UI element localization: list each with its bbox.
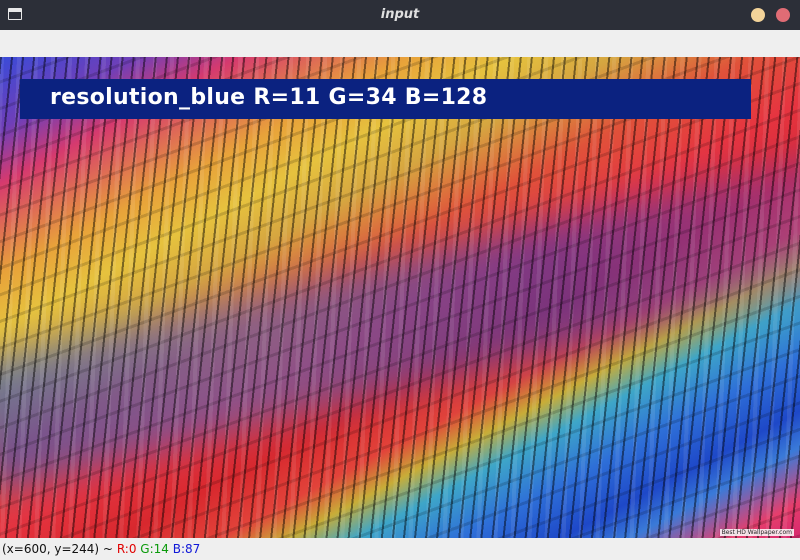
wallpaper-watermark: Best HD Wallpaper.com (719, 529, 794, 536)
toolbar (0, 30, 800, 57)
status-bar: (x=600, y=244) ~ R:0 G:14 B:87 (0, 538, 800, 560)
image-canvas[interactable]: resolution_blue R=11 G=34 B=128 Best HD … (0, 57, 800, 538)
window-title: input (380, 7, 420, 22)
image-texture (0, 57, 800, 538)
close-button[interactable] (776, 8, 790, 22)
pixel-green-value: G:14 (140, 542, 169, 556)
color-label-text: resolution_blue R=11 G=34 B=128 (50, 85, 488, 110)
minimize-button[interactable] (751, 8, 765, 22)
color-label-box: resolution_blue R=11 G=34 B=128 (20, 79, 751, 119)
pixel-red-value: R:0 (116, 542, 137, 556)
title-bar: input (0, 0, 800, 30)
cursor-coords: (x=600, y=244) ~ (2, 542, 113, 556)
pixel-blue-value: B:87 (172, 542, 201, 556)
